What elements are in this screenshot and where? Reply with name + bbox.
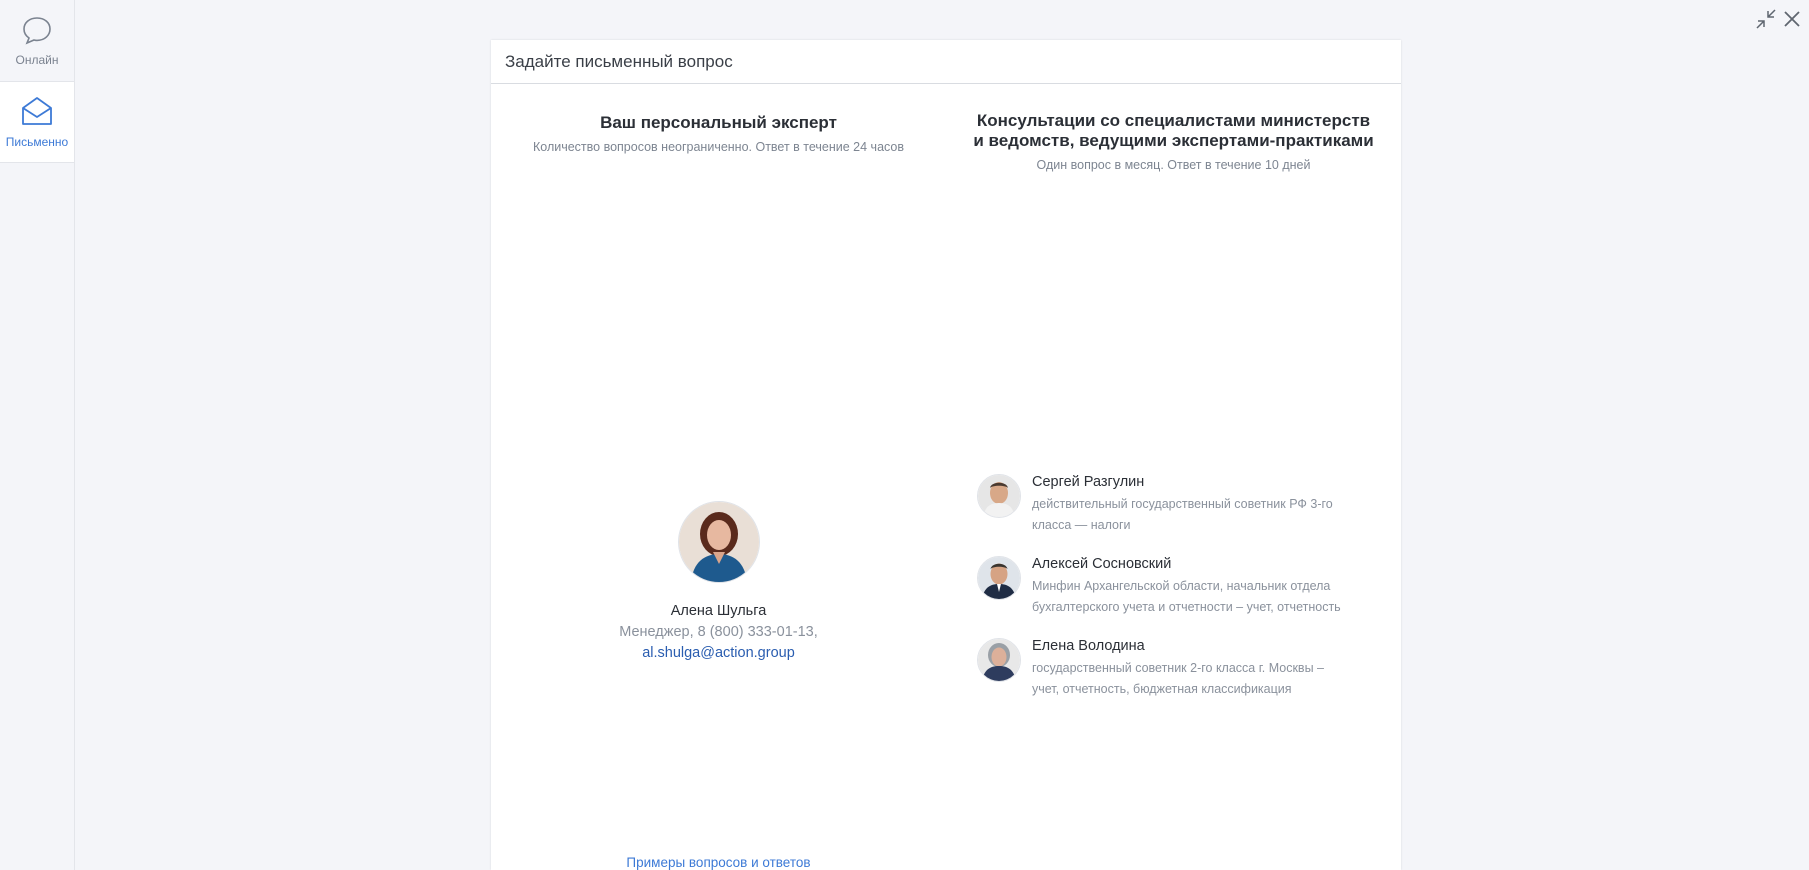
rail-item-written[interactable]: Письменно: [0, 82, 74, 163]
personal-expert-card: Алена Шульга Менеджер, 8 (800) 333-01-13…: [491, 501, 946, 661]
list-item[interactable]: Елена Володина государственный советник …: [977, 638, 1367, 700]
consultant-description: действительный государственный советник …: [1032, 497, 1333, 532]
consultations-title-line2: и ведомств, ведущими экспертами-практика…: [973, 131, 1374, 150]
rail-item-label: Онлайн: [15, 52, 59, 67]
expert-name: Алена Шульга: [670, 603, 767, 619]
chat-bubble-icon: [21, 15, 53, 53]
expert-email-link[interactable]: al.shulga@action.group: [491, 645, 946, 661]
consultants-list: Сергей Разгулин действительный государст…: [977, 474, 1367, 720]
avatar: [977, 638, 1021, 682]
list-item[interactable]: Сергей Разгулин действительный государст…: [977, 474, 1367, 536]
close-icon[interactable]: [1781, 8, 1803, 30]
consultations-title: Консультации со специалистами министерст…: [946, 111, 1401, 151]
rail-item-online[interactable]: Онлайн: [0, 0, 74, 82]
envelope-icon: [20, 95, 54, 135]
consultant-name: Елена Володина: [1032, 638, 1145, 654]
left-rail: Онлайн Письменно: [0, 0, 75, 870]
consultant-name: Алексей Сосновский: [1032, 556, 1172, 572]
rail-item-label: Письменно: [5, 135, 69, 149]
consultations-title-line1: Консультации со специалистами министерст…: [976, 111, 1371, 130]
consultant-name: Сергей Разгулин: [1032, 474, 1145, 490]
expert-role: Менеджер, 8 (800) 333-01-13,: [619, 624, 818, 640]
personal-expert-column: Ваш персональный эксперт Количество вопр…: [491, 85, 946, 870]
personal-expert-subtitle: Количество вопросов неограниченно. Ответ…: [532, 140, 905, 154]
consultations-subtitle: Один вопрос в месяц. Ответ в течение 10 …: [1036, 158, 1311, 172]
avatar: [977, 556, 1021, 600]
question-panel: Задайте письменный вопрос Ваш персональн…: [491, 40, 1401, 870]
examples-link[interactable]: Примеры вопросов и ответов: [491, 855, 946, 870]
list-item[interactable]: Алексей Сосновский Минфин Архангельской …: [977, 556, 1367, 618]
consultant-description: государственный советник 2-го класса г. …: [1032, 661, 1324, 696]
avatar: [977, 474, 1021, 518]
personal-expert-title: Ваш персональный эксперт: [600, 113, 837, 132]
avatar: [677, 501, 760, 583]
panel-title: Задайте письменный вопрос: [491, 40, 1401, 84]
consultant-description: Минфин Архангельской области, начальник …: [1032, 579, 1341, 614]
collapse-icon[interactable]: [1755, 8, 1777, 30]
